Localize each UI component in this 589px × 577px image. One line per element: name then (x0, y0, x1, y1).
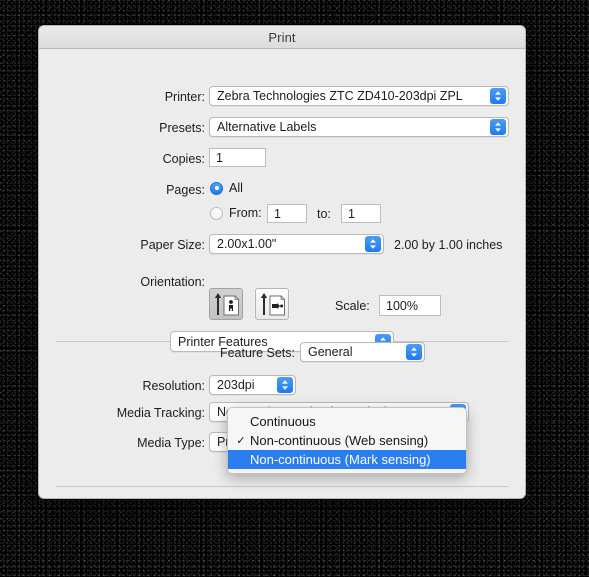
resolution-label: Resolution: (142, 379, 205, 393)
orientation-landscape-button[interactable] (255, 288, 289, 320)
pages-label: Pages: (166, 183, 205, 197)
copies-label: Copies: (162, 152, 205, 166)
feature-sets-select-stepper-icon (406, 344, 422, 360)
paper-size-label: Paper Size: (140, 238, 205, 252)
pages-from-radio[interactable] (210, 206, 223, 220)
copies-input[interactable]: 1 (209, 148, 266, 167)
printer-select-stepper-icon (490, 88, 506, 104)
pages-all-label: All (229, 181, 243, 195)
feature-sets-select[interactable]: General (300, 342, 425, 362)
media-type-label: Media Type: (137, 436, 205, 450)
menu-item-continuous[interactable]: Continuous (228, 412, 466, 431)
pages-all-radio[interactable] (210, 181, 223, 195)
menu-item-non-continuous-web-sensing[interactable]: ✓ Non-continuous (Web sensing) (228, 431, 466, 450)
printer-label: Printer: (164, 90, 205, 104)
pane-separator-left (56, 341, 170, 342)
menu-item-non-continuous-mark-sensing[interactable]: Non-continuous (Mark sensing) (228, 450, 466, 469)
presets-select-value: Alternative Labels (217, 120, 317, 134)
window-title: Print (268, 29, 296, 45)
window-titlebar: Print (39, 26, 525, 49)
pages-all-option[interactable]: All (210, 181, 243, 195)
paper-size-select-value: 2.00x1.00" (217, 237, 277, 251)
paper-size-select[interactable]: 2.00x1.00" (209, 234, 384, 254)
presets-label: Presets: (159, 121, 205, 135)
menu-item-check-icon: ✓ (236, 435, 246, 447)
footer-separator (56, 486, 508, 487)
pages-to-input[interactable]: 1 (341, 204, 381, 223)
portrait-orientation-icon (214, 293, 240, 316)
menu-item-label: Non-continuous (Mark sensing) (250, 452, 431, 467)
feature-sets-label: Feature Sets: (219, 346, 295, 360)
feature-sets-select-value: General (308, 345, 353, 359)
orientation-portrait-button[interactable] (209, 288, 243, 320)
pages-range-option[interactable]: From: (210, 206, 262, 220)
print-dialog-window: Print Printer: Zebra Technologies ZTC ZD… (38, 25, 526, 499)
resolution-select-value: 203dpi (217, 378, 255, 392)
printer-select-value: Zebra Technologies ZTC ZD410-203dpi ZPL (217, 89, 463, 103)
presets-select[interactable]: Alternative Labels (209, 117, 509, 137)
resolution-select[interactable]: 203dpi (209, 375, 296, 395)
resolution-select-stepper-icon (277, 377, 293, 393)
pages-from-input[interactable]: 1 (267, 204, 307, 223)
menu-item-label: Non-continuous (Web sensing) (250, 433, 429, 448)
scale-label: Scale: (335, 299, 370, 313)
menu-item-label: Continuous (250, 414, 316, 429)
pages-from-label: From: (229, 206, 262, 220)
paper-size-select-stepper-icon (365, 236, 381, 252)
media-tracking-dropdown-menu[interactable]: Continuous ✓ Non-continuous (Web sensing… (227, 407, 467, 474)
printer-select[interactable]: Zebra Technologies ZTC ZD410-203dpi ZPL (209, 86, 509, 106)
paper-size-dimensions: 2.00 by 1.00 inches (394, 238, 503, 252)
orientation-label: Orientation: (140, 275, 205, 289)
media-tracking-label: Media Tracking: (116, 406, 205, 420)
dialog-content: Printer: Zebra Technologies ZTC ZD410-20… (39, 49, 525, 498)
scale-input[interactable]: 100% (379, 295, 441, 316)
presets-select-stepper-icon (490, 119, 506, 135)
landscape-orientation-icon (260, 293, 286, 316)
pages-to-label: to: (317, 207, 331, 221)
